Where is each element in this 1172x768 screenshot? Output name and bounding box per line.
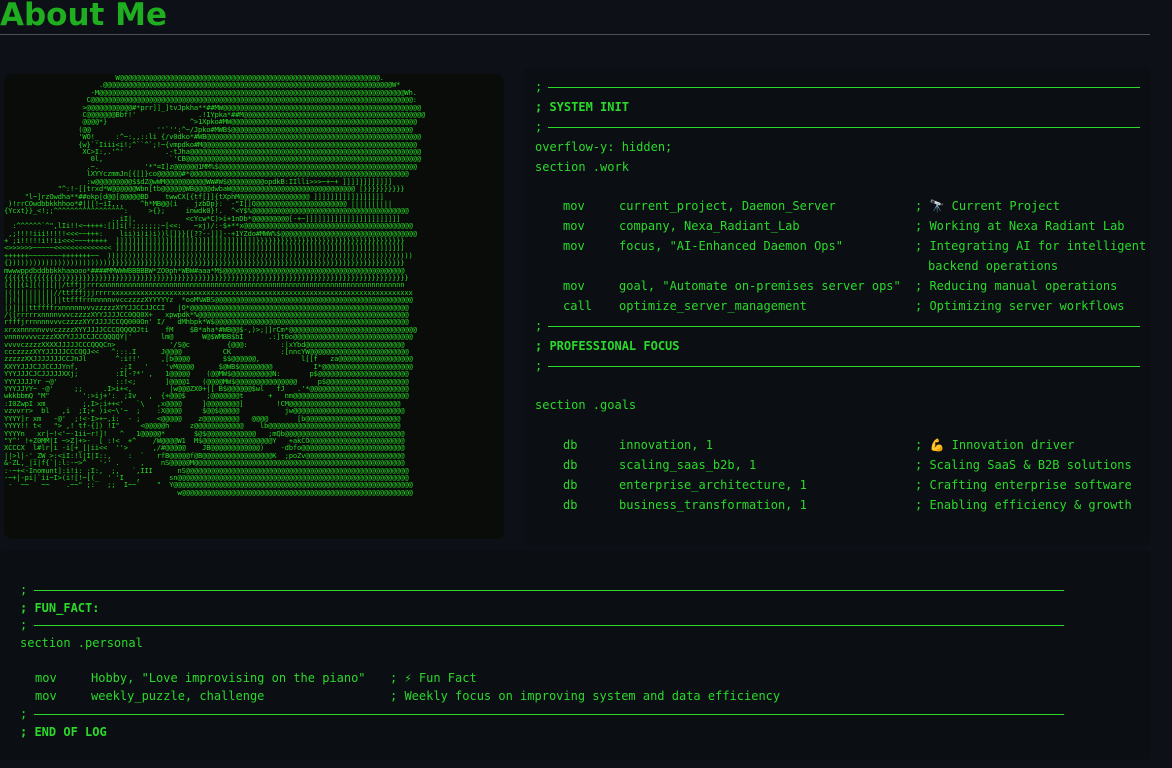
rule-line <box>548 127 1140 128</box>
instruction-comment-continued: backend operations <box>928 259 1059 273</box>
page-title: About Me <box>0 0 168 33</box>
rule-line <box>548 326 1140 327</box>
instruction-args: innovation, 1 <box>619 438 713 452</box>
instruction-comment: ; Scaling SaaS & B2B solutions <box>915 458 1132 472</box>
instruction-args: goal, "Automate on-premises server ops" <box>619 279 901 293</box>
instruction-op: db <box>563 458 578 472</box>
instruction-op: mov <box>35 689 57 703</box>
instruction-comment: ; Weekly focus on improving system and d… <box>390 689 781 703</box>
instruction-comment: ; Enabling efficiency & growth <box>915 498 1132 512</box>
instruction-op: mov <box>35 671 57 685</box>
fun-fact-terminal: ; ; FUN_FACT: ; section .personal mov Ho… <box>0 550 1150 760</box>
instruction-args: scaling_saas_b2b, 1 <box>619 458 757 472</box>
instruction-args: current_project, Daemon_Server <box>619 199 836 213</box>
rule-line <box>548 366 1140 367</box>
instruction-args: business_transformation, 1 <box>619 498 807 512</box>
system-init-heading: ; SYSTEM INIT <box>535 100 629 114</box>
rule-line <box>34 714 1064 715</box>
instruction-args: enterprise_architecture, 1 <box>619 478 807 492</box>
instruction-args: company, Nexa_Radiant_Lab <box>619 219 800 233</box>
instruction-comment: ; Crafting enterprise software <box>915 478 1132 492</box>
ascii-portrait: W@@@@@@@@@@@@@@@@@@@@@@@@@@@@@@@@@@@@@@@… <box>4 74 504 539</box>
instruction-comment: ; 🔭 Current Project <box>915 199 1060 213</box>
instruction-op: db <box>563 478 578 492</box>
instruction-op: db <box>563 498 578 512</box>
end-of-log-label: ; END OF LOG <box>20 725 107 739</box>
rule-line <box>548 87 1140 88</box>
overflow-directive: overflow-y: hidden; <box>535 140 673 154</box>
instruction-op: db <box>563 438 578 452</box>
instruction-op: mov <box>563 279 585 293</box>
title-divider <box>0 34 1150 35</box>
instruction-args: focus, "AI-Enhanced Daemon Ops" <box>619 239 843 253</box>
section-work-label: section .work <box>535 160 629 174</box>
rule-prefix: ; <box>20 707 28 721</box>
ascii-art-text: W@@@@@@@@@@@@@@@@@@@@@@@@@@@@@@@@@@@@@@@… <box>4 74 425 497</box>
section-goals-label: section .goals <box>535 398 637 412</box>
instruction-args: Hobby, "Love improvising on the piano" <box>91 671 366 685</box>
rule-prefix: ; <box>20 583 28 597</box>
system-init-terminal: ; ; SYSTEM INIT ; overflow-y: hidden; se… <box>524 68 1150 545</box>
rule-prefix: ; <box>535 319 543 333</box>
instruction-args: weekly_puzzle, challenge <box>91 689 265 703</box>
instruction-args: optimize_server_management <box>619 299 807 313</box>
instruction-comment: ; 💪 Innovation driver <box>915 438 1075 452</box>
instruction-comment: ; Reducing manual operations <box>915 279 1118 293</box>
rule-line <box>34 625 1064 626</box>
rule-prefix: ; <box>20 618 28 632</box>
rule-prefix: ; <box>535 120 543 134</box>
instruction-comment: ; Optimizing server workflows <box>915 299 1125 313</box>
fun-fact-heading: ; FUN_FACT: <box>20 601 100 615</box>
rule-prefix: ; <box>535 359 543 373</box>
rule-line <box>34 590 1064 591</box>
instruction-op: mov <box>563 239 585 253</box>
rule-prefix: ; <box>535 80 543 94</box>
instruction-op: mov <box>563 199 585 213</box>
instruction-comment: ; Working at Nexa Radiant Lab <box>915 219 1125 233</box>
instruction-comment: ; ⚡ Fun Fact <box>390 671 477 685</box>
instruction-op: mov <box>563 219 585 233</box>
section-personal-label: section .personal <box>20 636 143 650</box>
instruction-op: call <box>563 299 592 313</box>
instruction-comment: ; Integrating AI for intelligent <box>915 239 1147 253</box>
professional-focus-heading: ; PROFESSIONAL FOCUS <box>535 339 680 353</box>
